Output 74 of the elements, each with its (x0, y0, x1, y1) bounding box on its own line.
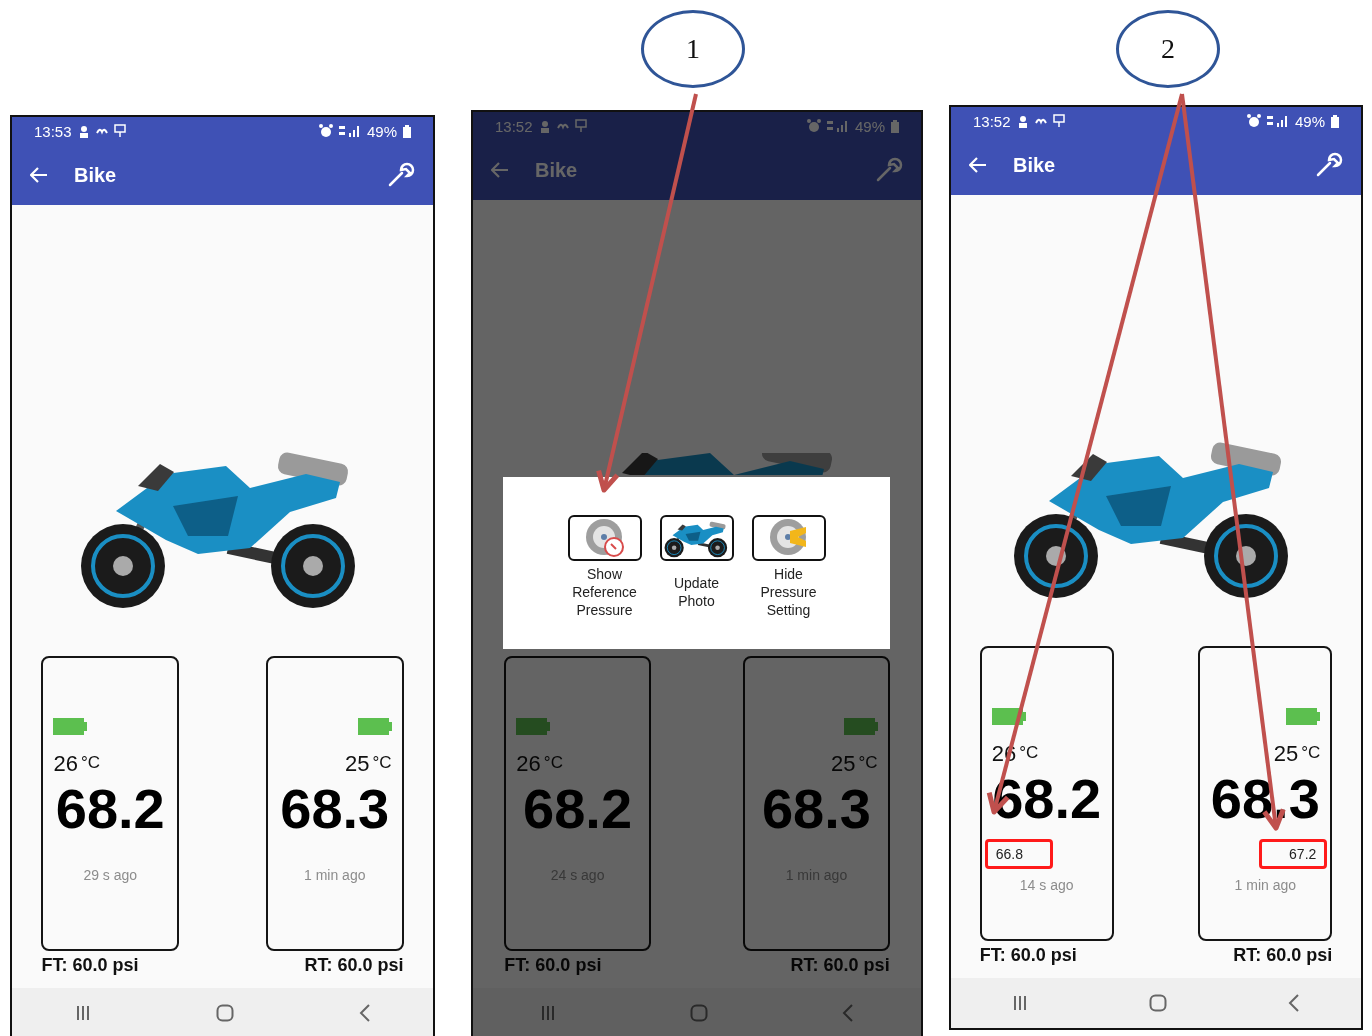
temperature: 25$^{°C}$ (1273, 741, 1321, 767)
alarm-icon (318, 124, 333, 138)
notification-icon (574, 119, 587, 133)
battery-icon (891, 119, 899, 133)
temperature: 26$^{°C}$ (53, 751, 101, 777)
temperature: 25$^{°C}$ (831, 751, 878, 777)
pressure-reading: 68.2 (523, 781, 633, 837)
battery-icon (1331, 114, 1339, 128)
pressure-reading: 68.2 (55, 781, 165, 837)
signal-icon (826, 120, 849, 132)
notification-icon (95, 127, 108, 135)
notification-icon (556, 122, 569, 130)
notification-icon (77, 124, 90, 138)
option-label: Update Photo (672, 574, 721, 611)
recent-apps-icon[interactable] (74, 1005, 91, 1021)
menu-option[interactable]: Update Photo (656, 515, 737, 611)
signal-icon (338, 125, 361, 137)
battery-icon (403, 124, 411, 138)
wrench-icon[interactable] (387, 162, 415, 188)
callout-bubble: 1 (641, 10, 745, 88)
home-icon[interactable] (215, 1004, 234, 1022)
target-pressure: FT: 60.0 psi (979, 945, 1077, 966)
notification-icon (113, 124, 126, 138)
alarm-icon (806, 119, 821, 133)
reference-pressure: 66.8 (984, 839, 1053, 869)
pressure-reading: 68.3 (761, 781, 871, 837)
notification-icon (1034, 117, 1047, 125)
wrench-icon[interactable] (875, 157, 903, 183)
notification-icon (1052, 114, 1065, 128)
updated-time: 14 s ago (1019, 877, 1074, 893)
temperature: 25$^{°C}$ (344, 751, 392, 777)
wheel-gauge-icon (583, 517, 626, 559)
battery-icon (1286, 708, 1321, 725)
home-icon[interactable] (1149, 994, 1167, 1012)
callout-bubble: 2 (1116, 10, 1220, 88)
wrench-icon[interactable] (1315, 152, 1343, 178)
battery-percent: 49% (366, 122, 397, 140)
option-label: Show Reference Pressure (571, 565, 638, 620)
battery-icon (516, 718, 551, 735)
target-pressure: RT: 60.0 psi (790, 955, 890, 976)
clock-time: 13:52 (495, 117, 533, 135)
battery-icon (53, 718, 88, 735)
battery-icon (843, 718, 878, 735)
target-pressure: FT: 60.0 psi (504, 955, 602, 976)
alarm-icon (1246, 114, 1261, 128)
screen-title: Bike (74, 163, 118, 187)
clock-time: 13:52 (973, 112, 1011, 130)
updated-time: 29 s ago (83, 867, 138, 883)
back-arrow-icon[interactable] (30, 167, 48, 183)
updated-time: 1 min ago (304, 867, 366, 883)
back-icon[interactable] (358, 1004, 371, 1022)
target-pressure: FT: 60.0 psi (41, 955, 139, 976)
reference-pressure: 67.2 (1259, 839, 1328, 869)
screen-title: Bike (535, 158, 579, 182)
notification-icon (538, 119, 551, 133)
menu-option[interactable]: Show Reference Pressure (564, 515, 645, 620)
back-arrow-icon[interactable] (969, 157, 987, 173)
back-icon[interactable] (1288, 994, 1301, 1012)
notification-icon (1016, 114, 1029, 128)
target-pressure: RT: 60.0 psi (1233, 945, 1333, 966)
pressure-reading: 68.3 (280, 781, 390, 837)
battery-percent: 49% (854, 117, 885, 135)
menu-option[interactable]: Hide Pressure Setting (748, 515, 829, 620)
target-pressure: RT: 60.0 psi (304, 955, 404, 976)
back-arrow-icon[interactable] (491, 162, 509, 178)
clock-time: 13:53 (34, 122, 72, 140)
screen-title: Bike (1013, 153, 1057, 177)
battery-icon (357, 718, 392, 735)
signal-icon (1266, 115, 1289, 127)
recent-apps-icon[interactable] (1011, 995, 1028, 1011)
option-label: Hide Pressure Setting (759, 565, 818, 620)
battery-percent: 49% (1294, 112, 1325, 130)
updated-time: 1 min ago (1234, 877, 1297, 893)
temperature: 26$^{°C}$ (516, 751, 563, 777)
